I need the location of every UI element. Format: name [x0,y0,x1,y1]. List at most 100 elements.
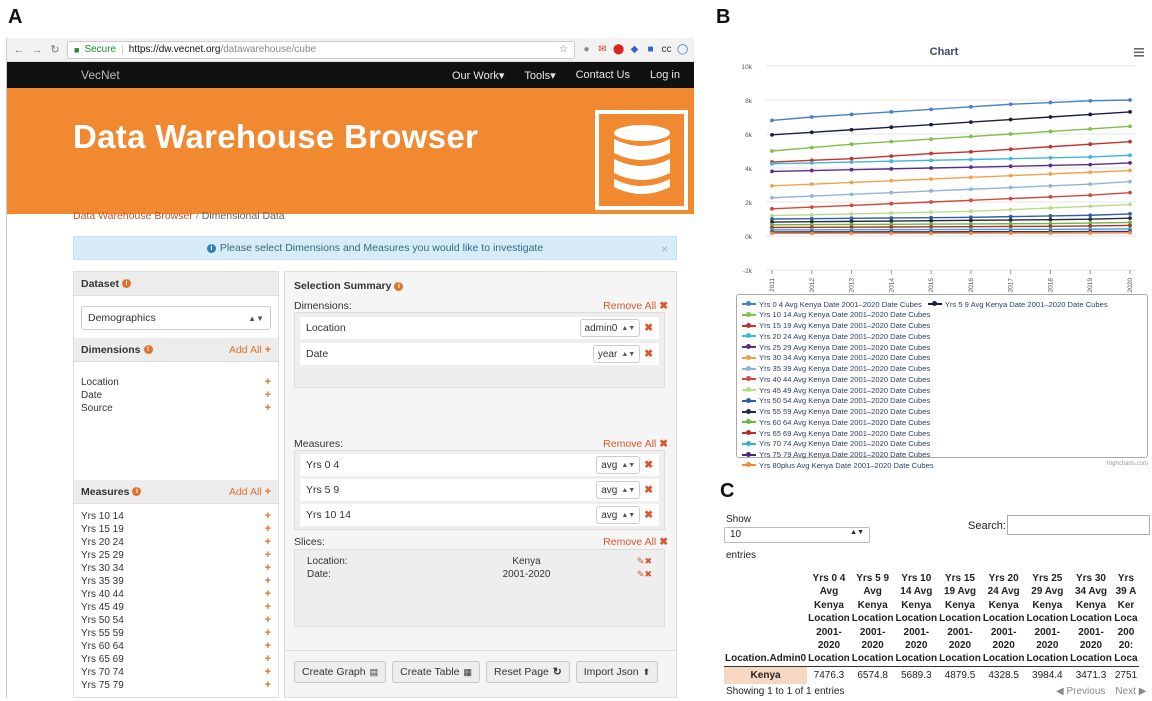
data-point[interactable] [889,211,894,215]
legend-item[interactable]: Yrs 80plus Avg Kenya Date 2001–2020 Date… [742,461,934,471]
data-point[interactable] [1088,193,1093,198]
data-point[interactable] [1048,231,1053,235]
data-point[interactable] [968,231,973,236]
extension-icon[interactable]: ◆ [629,44,640,55]
data-point[interactable] [1088,142,1093,147]
data-point[interactable] [1088,182,1093,187]
measure-item[interactable]: Yrs 50 54 + [81,614,271,627]
data-point[interactable] [1128,153,1132,158]
adblock-icon[interactable]: ⬤ [613,44,624,55]
plus-icon[interactable]: + [265,666,271,679]
extension-icon[interactable]: ● [581,44,592,55]
data-point[interactable] [849,156,854,161]
data-point[interactable] [1008,231,1013,235]
data-point[interactable] [809,115,814,119]
measure-item[interactable]: Yrs 20 24 + [81,536,271,549]
data-point[interactable] [849,180,854,185]
reload-icon[interactable]: ↻ [49,43,61,56]
data-point[interactable] [1088,204,1093,209]
plus-icon[interactable]: + [265,575,271,588]
aggregation-select[interactable]: avg ▲▼ [596,456,641,474]
data-point[interactable] [968,157,973,162]
data-point[interactable] [1128,212,1132,216]
remove-icon[interactable]: ✖ [644,322,653,334]
chart-series[interactable] [770,179,1132,200]
data-point[interactable] [929,189,934,193]
data-point[interactable] [1008,218,1013,222]
data-point[interactable] [929,166,934,170]
remove-icon[interactable]: ✖ [644,459,653,471]
remove-all-measures-button[interactable]: Remove All ✖ [603,438,668,450]
plus-icon[interactable]: + [265,549,271,562]
chart-series[interactable] [770,98,1132,123]
data-point[interactable] [770,231,774,236]
data-point[interactable] [1128,139,1132,144]
data-point[interactable] [1088,155,1093,159]
data-point[interactable] [1128,110,1132,114]
plus-icon[interactable]: + [265,588,271,601]
column-header[interactable]: Yrs 0 4 Avg Kenya Location 2001- 2020 Lo… [807,572,851,667]
reset-page-button[interactable]: Reset Page ↻ [486,661,570,683]
data-point[interactable] [1048,155,1053,160]
plus-icon[interactable]: + [265,510,271,523]
data-point[interactable] [968,175,973,180]
data-point[interactable] [770,149,774,153]
data-point[interactable] [889,166,894,171]
data-point[interactable] [889,219,894,223]
plus-icon[interactable]: + [265,653,271,666]
star-icon[interactable]: ☆ [559,44,568,55]
measure-item[interactable]: Yrs 30 34 + [81,562,271,575]
plus-icon[interactable]: + [265,389,271,402]
data-point[interactable] [929,210,934,215]
data-point[interactable] [1008,164,1013,169]
page-length-select[interactable]: 10 ▲▼ [724,527,870,543]
remove-icon[interactable]: ✖ [644,509,653,521]
data-point[interactable] [809,205,814,210]
plus-icon[interactable]: + [265,614,271,627]
column-header[interactable]: Yrs 10 14 Avg Kenya Location 2001- 2020 … [894,572,939,667]
data-point[interactable] [1128,98,1132,102]
data-point[interactable] [968,218,973,223]
data-point[interactable] [929,218,934,223]
data-point[interactable] [1048,214,1053,218]
data-point[interactable] [1008,185,1013,190]
legend-item[interactable]: Yrs 70 74 Avg Kenya Date 2001–2020 Date … [742,439,930,449]
remove-all-slices-button[interactable]: Remove All ✖ [603,536,668,548]
data-point[interactable] [1048,217,1053,222]
data-point[interactable] [1128,216,1132,221]
brand-logo[interactable]: VecNet [81,68,120,82]
plus-icon[interactable]: + [265,376,271,389]
legend-item[interactable]: Yrs 30 34 Avg Kenya Date 2001–2020 Date … [742,353,930,363]
data-point[interactable] [929,137,934,141]
back-icon[interactable]: ← [13,44,25,56]
data-point[interactable] [1048,172,1053,176]
data-point[interactable] [770,132,774,137]
measure-item[interactable]: Yrs 25 29 + [81,549,271,562]
hamburger-menu-icon[interactable] [1134,48,1144,57]
data-point[interactable] [889,201,894,206]
remove-icon[interactable]: ✖ [644,484,653,496]
aggregation-select[interactable]: avg ▲▼ [596,506,641,524]
data-point[interactable] [968,198,973,203]
data-point[interactable] [889,190,894,195]
measure-item[interactable]: Yrs 40 44 + [81,588,271,601]
data-point[interactable] [929,200,934,204]
dimension-item-date[interactable]: Date + [81,389,271,402]
remove-all-dimensions-button[interactable]: Remove All ✖ [603,300,668,312]
data-point[interactable] [1008,214,1013,219]
data-point[interactable] [889,159,894,164]
data-point[interactable] [889,139,894,144]
data-point[interactable] [1088,127,1093,131]
legend-item[interactable]: Yrs 25 29 Avg Kenya Date 2001–2020 Date … [742,342,930,352]
dimension-item-location[interactable]: Location + [81,376,271,389]
data-point[interactable] [1008,156,1013,161]
measure-item[interactable]: Yrs 70 74 + [81,666,271,679]
data-point[interactable] [849,160,854,164]
data-point[interactable] [968,149,973,154]
data-point[interactable] [1008,117,1013,122]
data-point[interactable] [1088,112,1093,117]
data-point[interactable] [809,194,814,198]
data-point[interactable] [1008,173,1013,178]
legend-item[interactable]: Yrs 50 54 Avg Kenya Date 2001–2020 Date … [742,396,930,406]
data-point[interactable] [889,154,894,158]
